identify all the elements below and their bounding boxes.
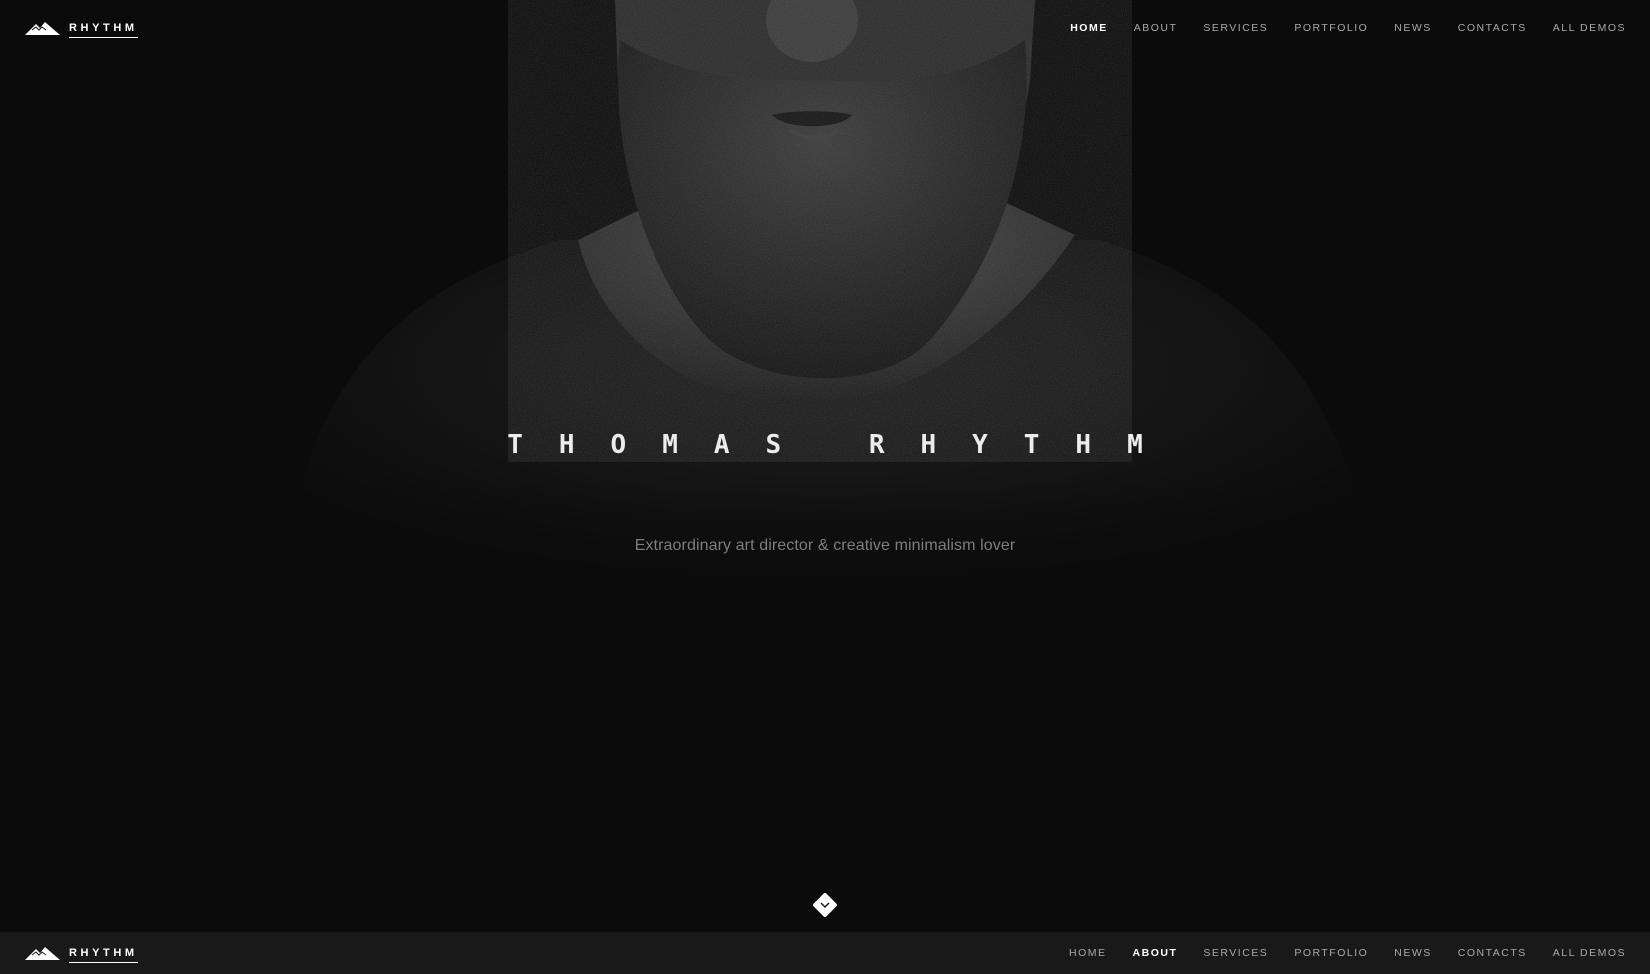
nav-item-all-demos[interactable]: ALL DEMOS: [1553, 947, 1626, 959]
nav-item-portfolio[interactable]: PORTFOLIO: [1294, 22, 1368, 34]
brand-logo[interactable]: RHYTHM: [25, 19, 138, 38]
nav-item-home[interactable]: HOME: [1070, 22, 1108, 34]
sticky-menu: HOME ABOUT SERVICES PORTFOLIO NEWS CONTA…: [1043, 947, 1626, 959]
nav-item-services[interactable]: SERVICES: [1203, 947, 1268, 959]
mountain-logo-icon: [25, 22, 60, 35]
nav-item-contacts[interactable]: CONTACTS: [1458, 22, 1527, 34]
hero-subtitle: Extraordinary art director & creative mi…: [634, 537, 1016, 554]
hero-portrait-image: [0, 0, 1650, 932]
nav-item-services[interactable]: SERVICES: [1203, 22, 1268, 34]
page: THOMAS RHYTHM Extraordinary art director…: [0, 0, 1650, 974]
nav-item-news[interactable]: NEWS: [1394, 22, 1432, 34]
nav-item-portfolio[interactable]: PORTFOLIO: [1294, 947, 1368, 959]
nav-item-all-demos[interactable]: ALL DEMOS: [1553, 22, 1626, 34]
nav-item-contacts[interactable]: CONTACTS: [1458, 947, 1527, 959]
hero-title: THOMAS RHYTHM: [507, 430, 1179, 460]
chevron-down-icon: [820, 902, 830, 908]
hero-section: THOMAS RHYTHM Extraordinary art director…: [0, 0, 1650, 932]
nav-item-about[interactable]: ABOUT: [1134, 22, 1178, 34]
nav-item-home[interactable]: HOME: [1069, 947, 1107, 959]
scroll-down-button[interactable]: [812, 892, 838, 918]
brand-name: RHYTHM: [69, 22, 138, 38]
top-menu: HOME ABOUT SERVICES PORTFOLIO NEWS CONTA…: [1044, 22, 1626, 34]
sticky-navbar: RHYTHM HOME ABOUT SERVICES PORTFOLIO NEW…: [0, 932, 1650, 974]
mountain-logo-icon: [25, 947, 60, 960]
brand-logo[interactable]: RHYTHM: [25, 944, 138, 963]
nav-item-about[interactable]: ABOUT: [1133, 947, 1178, 959]
nav-item-news[interactable]: NEWS: [1394, 947, 1432, 959]
top-navbar: RHYTHM HOME ABOUT SERVICES PORTFOLIO NEW…: [0, 0, 1650, 56]
brand-name: RHYTHM: [69, 947, 138, 963]
